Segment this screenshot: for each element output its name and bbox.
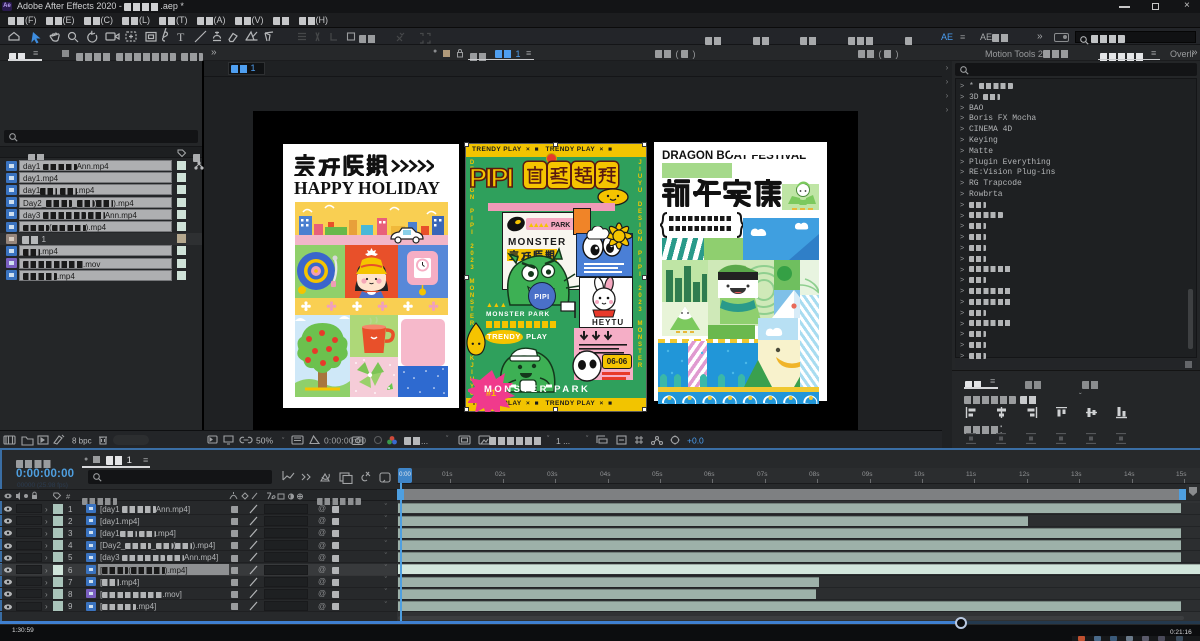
svg-text:PIPI: PIPI: [469, 163, 513, 193]
svg-text:ˇ: ˇ: [282, 438, 285, 445]
svg-text:HEYTU: HEYTU: [592, 318, 624, 327]
svg-text:PARK: PARK: [551, 222, 570, 229]
svg-text:8 bpc: 8 bpc: [72, 437, 92, 446]
svg-text:#: #: [66, 492, 71, 501]
svg-text:50%: 50%: [256, 436, 273, 446]
svg-text:+0.0: +0.0: [687, 436, 704, 446]
svg-text:T: T: [177, 30, 185, 44]
